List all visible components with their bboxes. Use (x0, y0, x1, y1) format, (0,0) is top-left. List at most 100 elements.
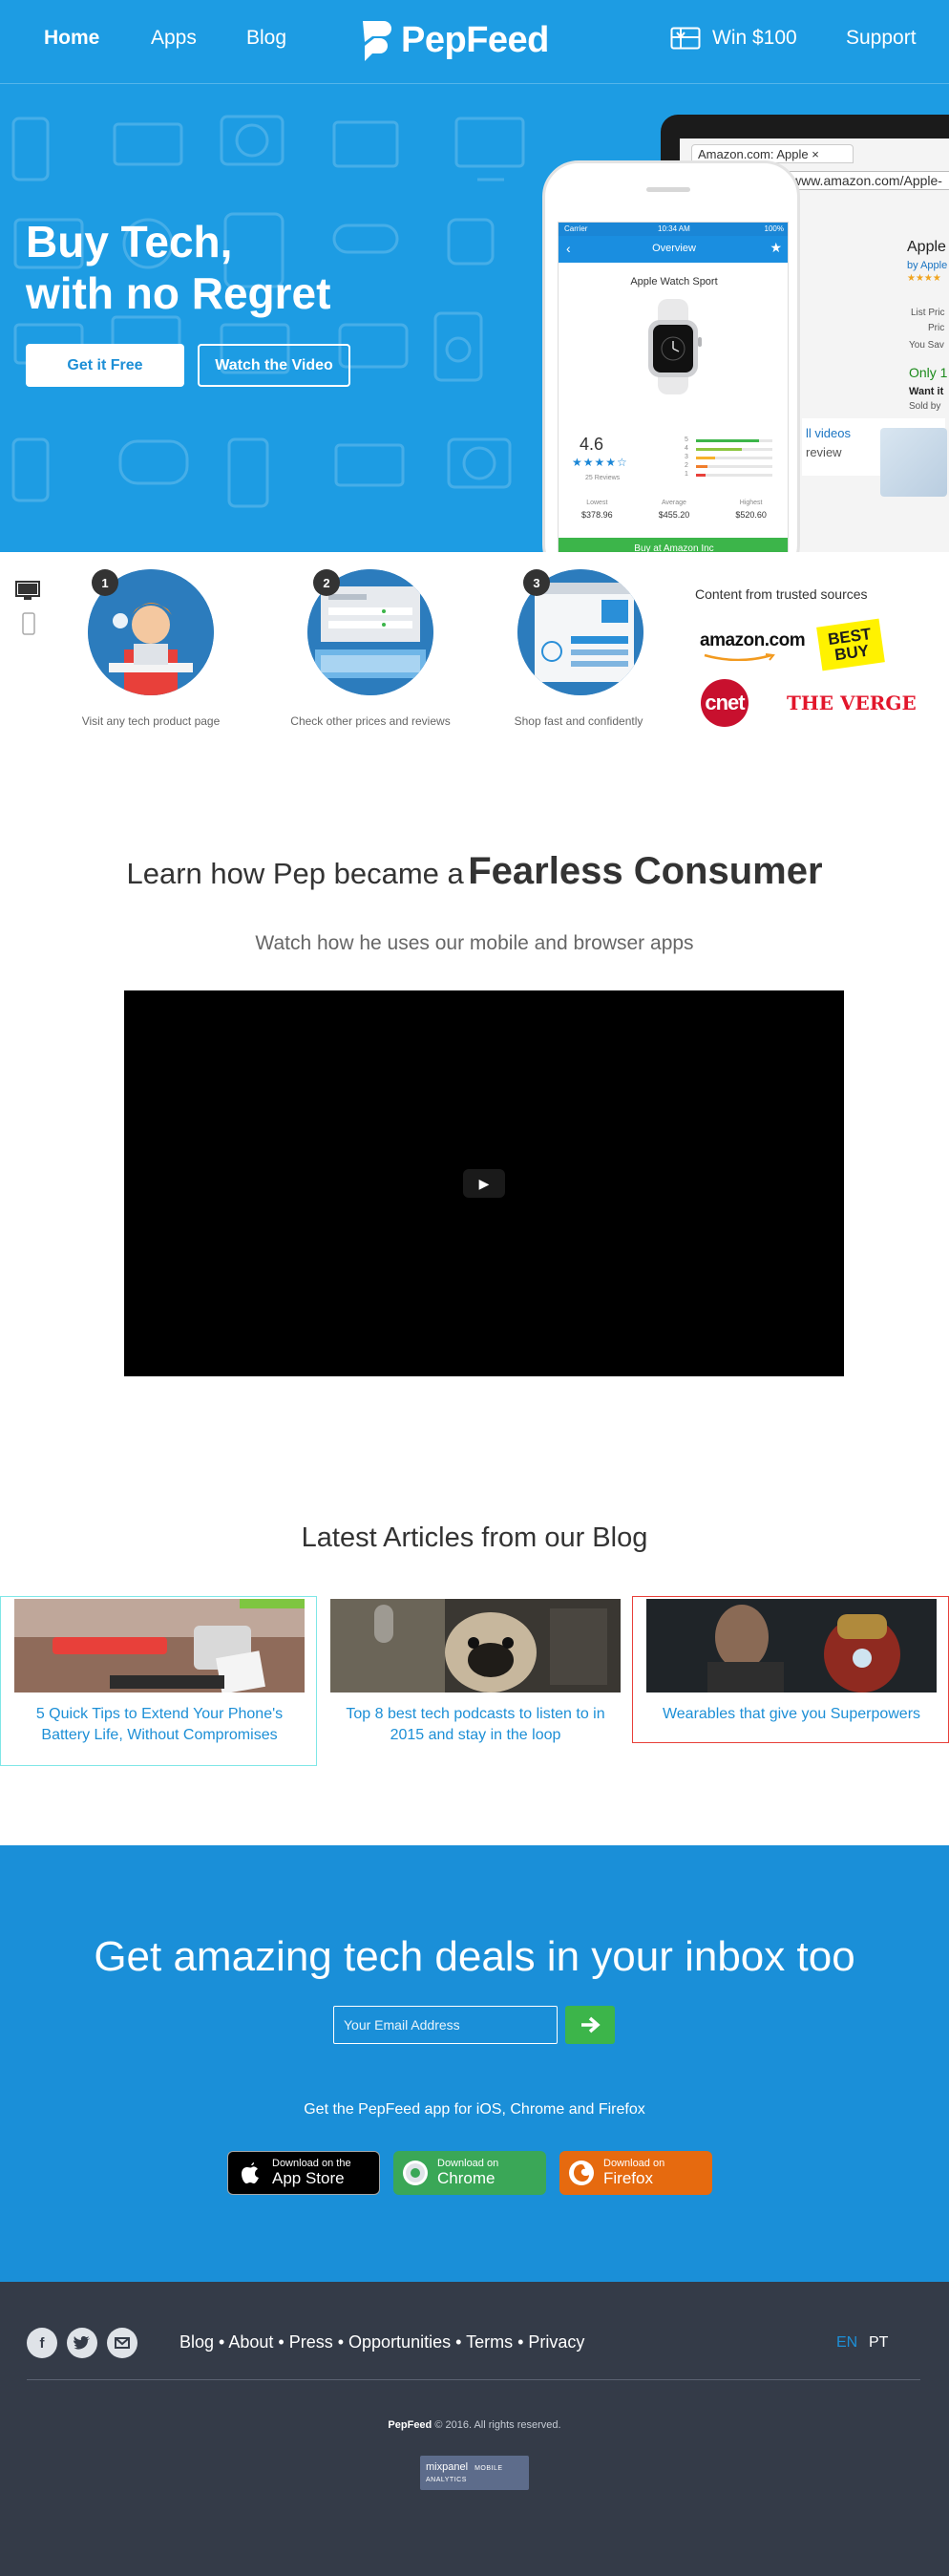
twitter-bird-icon (74, 2336, 90, 2350)
footer-divider (27, 2379, 920, 2380)
trusted-sources-title: Content from trusted sources (695, 586, 868, 602)
browser-tab-label: Amazon.com: Apple (698, 147, 809, 161)
blog-title-3[interactable]: Wearables that give you Superpowers (656, 1704, 927, 1725)
rating-bar-row: 5 (685, 436, 776, 445)
step-2-number: 2 (313, 569, 340, 596)
firefox-button[interactable]: Download on Firefox (559, 2151, 712, 2195)
learn-section-title: Learn how Pep became a Fearless Consumer (0, 850, 949, 893)
app-store-button[interactable]: Download on the App Store (227, 2151, 380, 2195)
blog-section-title: Latest Articles from our Blog (301, 1522, 648, 1553)
amazon-price: Pric (928, 323, 945, 333)
apple-icon (242, 2162, 259, 2183)
blog-card[interactable]: Wearables that give you Superpowers (632, 1596, 949, 1743)
rating-bar-fill (696, 474, 706, 477)
firefox-big-label: Firefox (603, 2169, 653, 2187)
amazon-smile-icon (704, 653, 775, 661)
footer-link-opportunities[interactable]: Opportunities (348, 2332, 451, 2352)
rating-bar-label: 5 (685, 436, 688, 443)
browser-url-bar: www.amazon.com/Apple- (787, 171, 949, 190)
blog-image-battery (14, 1599, 305, 1692)
footer-link-about[interactable]: About (228, 2332, 273, 2352)
footer-link-terms[interactable]: Terms (466, 2332, 513, 2352)
phone-review-count: 25 Reviews (585, 475, 621, 481)
app-store-small-label: Download on the (272, 2158, 351, 2169)
mixpanel-badge[interactable]: mixpanel MOBILE ANALYTICS (420, 2456, 529, 2490)
email-icon[interactable] (107, 2328, 137, 2358)
phone-rating-value: 4.6 (580, 435, 604, 454)
copyright-brand: PepFeed (388, 2419, 432, 2431)
phone-rating-stars: ★★★★☆ (572, 456, 628, 469)
rating-distribution: 5 4 3 2 1 (685, 436, 776, 479)
email-submit-button[interactable] (565, 2006, 615, 2044)
cnet-logo: cnet (701, 679, 749, 727)
rating-bar-track (696, 465, 772, 468)
footer-link-privacy[interactable]: Privacy (528, 2332, 584, 2352)
amazon-you-save: You Sav (909, 340, 944, 351)
phone-app-bar: ‹ Overview ★ (559, 236, 788, 263)
price-average-value: $455.20 (658, 510, 690, 520)
chrome-small-label: Download on (437, 2158, 499, 2169)
rating-bar-fill (696, 448, 742, 451)
newsletter-title: Get amazing tech deals in your inbox too (94, 1933, 855, 1980)
device-toggle (15, 581, 40, 637)
play-icon[interactable]: ▶ (463, 1169, 505, 1198)
footer-link-blog[interactable]: Blog (179, 2332, 214, 2352)
blog-card[interactable]: 5 Quick Tips to Extend Your Phone's Batt… (0, 1596, 317, 1766)
blog-title-1[interactable]: 5 Quick Tips to Extend Your Phone's Batt… (24, 1704, 295, 1746)
phone-status-bar: Carrier 10:34 AM 100% (559, 223, 788, 236)
chrome-big-label: Chrome (437, 2169, 496, 2187)
price-average-label: Average (662, 500, 686, 506)
phone-screen-title: Overview (652, 243, 696, 254)
price-highest-label: Highest (739, 500, 763, 506)
amazon-videos-link: ll videos (806, 426, 851, 440)
apple-watch-image (648, 299, 702, 394)
rating-bar-track (696, 474, 772, 477)
video-player[interactable]: ▶ (124, 990, 844, 1376)
phone-screen: Carrier 10:34 AM 100% ‹ Overview ★ Apple… (558, 222, 789, 552)
amazon-sold-by: Sold by (909, 401, 941, 412)
mobile-icon[interactable] (15, 612, 40, 637)
amazon-by: by Apple (907, 260, 948, 271)
footer: f Blog • About • Press • Opportunities •… (0, 2282, 949, 2576)
phone-prices: Lowest $378.96 Average $455.20 Highest $… (559, 500, 788, 520)
desktop-icon[interactable] (15, 581, 40, 602)
price-highest-value: $520.60 (735, 510, 767, 520)
blog-image-wearables (646, 1599, 937, 1692)
status-time: 10:34 AM (658, 224, 690, 233)
price-lowest-label: Lowest (586, 500, 608, 506)
step-2-label: Check other prices and reviews (290, 714, 451, 728)
firefox-small-label: Download on (603, 2158, 665, 2169)
email-input[interactable] (333, 2006, 558, 2044)
amazon-list-price: List Pric (911, 308, 945, 318)
amazon-want-it: Want it (909, 386, 944, 397)
blog-card[interactable]: Top 8 best tech podcasts to listen to in… (316, 1596, 633, 1758)
amazon-only-left: Only 1 (909, 365, 948, 380)
the-verge-logo: THE VERGE (787, 692, 917, 714)
phone-buy-button: Buy at Amazon Inc (559, 538, 788, 552)
chrome-button[interactable]: Download on Chrome (393, 2151, 546, 2195)
rating-bar-label: 1 (685, 471, 688, 478)
step-3-label: Shop fast and confidently (514, 714, 643, 728)
envelope-icon (115, 2337, 130, 2349)
bestbuy-logo: BEST BUY (816, 618, 885, 671)
step-1-label: Visit any tech product page (81, 714, 221, 728)
price-lowest: Lowest $378.96 (581, 500, 613, 520)
amazon-stars: ★★★★ (907, 273, 941, 284)
blog-title-2[interactable]: Top 8 best tech podcasts to listen to in… (340, 1704, 611, 1746)
twitter-icon[interactable] (67, 2328, 97, 2358)
learn-title-light: Learn how Pep became a (126, 857, 464, 890)
hero-devices: Amazon.com: Apple × www.amazon.com/Apple… (0, 0, 949, 552)
step-3-number: 3 (523, 569, 550, 596)
language-en[interactable]: EN (836, 2334, 857, 2352)
footer-link-press[interactable]: Press (289, 2332, 333, 2352)
learn-title-bold: Fearless Consumer (468, 850, 823, 892)
copyright-text: PepFeed © 2016. All rights reserved. (0, 2419, 949, 2431)
phone-product-name: Apple Watch Sport (630, 276, 718, 287)
rating-bar-fill (696, 457, 715, 459)
app-store-big-label: App Store (272, 2169, 345, 2187)
chrome-icon (403, 2161, 428, 2185)
firefox-icon (569, 2161, 594, 2185)
rating-bar-fill (696, 439, 759, 442)
facebook-icon[interactable]: f (27, 2328, 57, 2358)
language-pt[interactable]: PT (869, 2334, 888, 2352)
